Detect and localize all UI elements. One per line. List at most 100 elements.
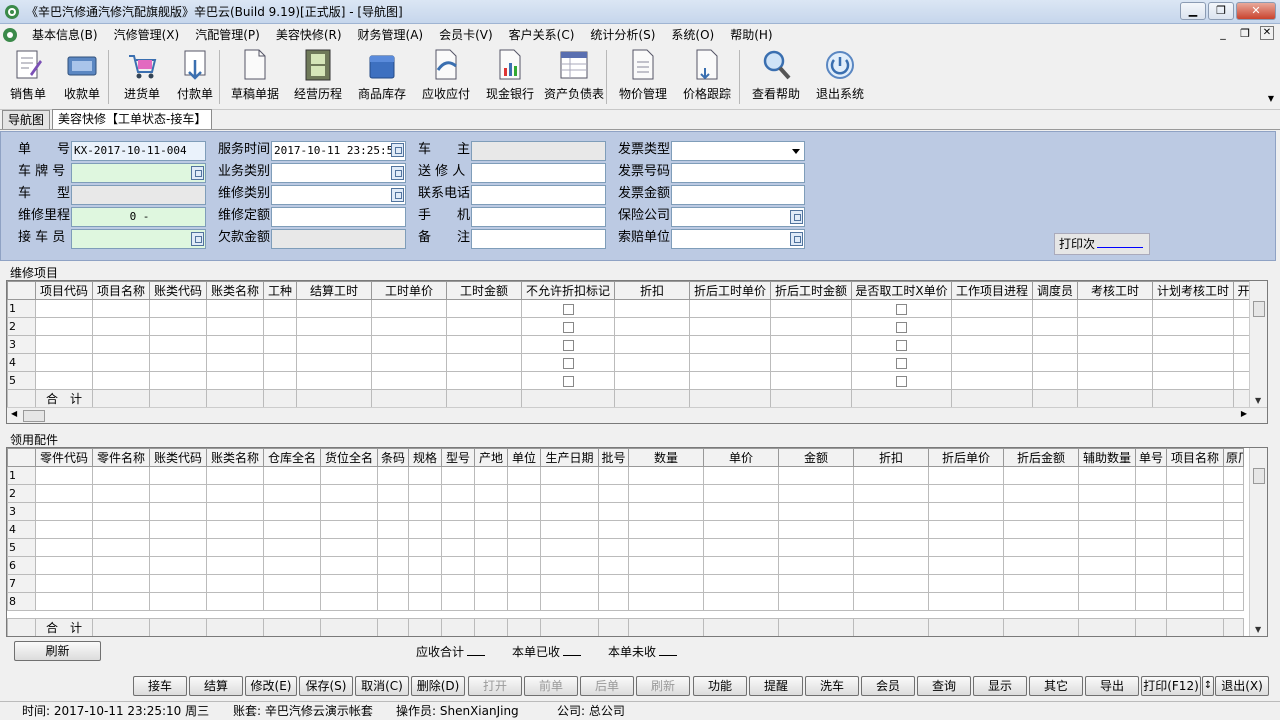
grid-cell[interactable]	[507, 502, 541, 521]
table-row[interactable]: 5	[7, 538, 1244, 557]
grid-cell[interactable]	[1152, 371, 1234, 390]
column-header[interactable]: 项目代码	[35, 281, 93, 300]
plate-field[interactable]	[71, 163, 206, 183]
column-header[interactable]: 不允许折扣标记	[521, 281, 615, 300]
exit-button[interactable]: 退出(X)	[1215, 676, 1269, 696]
grid-cell[interactable]	[408, 502, 442, 521]
toolbar-cash-bank[interactable]: 现金银行	[478, 46, 542, 108]
grid-cell[interactable]	[1032, 317, 1078, 336]
display-button[interactable]: 显示	[973, 676, 1027, 696]
column-header[interactable]: 单号	[1135, 448, 1167, 467]
grid-cell[interactable]	[614, 353, 690, 372]
checkbox[interactable]	[562, 339, 574, 351]
column-header[interactable]: 计划考核工时	[1152, 281, 1234, 300]
grid-cell[interactable]	[92, 574, 150, 593]
grid-cell[interactable]	[92, 502, 150, 521]
grid-cell[interactable]	[521, 353, 615, 372]
open-button[interactable]: 打开	[468, 676, 522, 696]
insurer-picker-icon[interactable]	[790, 210, 803, 224]
grid-cell[interactable]	[320, 538, 378, 557]
grid-cell[interactable]	[540, 556, 599, 575]
column-header[interactable]: 型号	[441, 448, 475, 467]
table-row[interactable]: 1	[7, 299, 1254, 318]
grid-cell[interactable]	[263, 592, 321, 611]
table-row[interactable]: 7	[7, 574, 1244, 593]
grid-cell[interactable]	[92, 556, 150, 575]
grid-cell[interactable]	[1135, 556, 1167, 575]
grid-cell[interactable]	[1166, 520, 1224, 539]
grid-cell[interactable]	[1166, 484, 1224, 503]
grid-cell[interactable]	[371, 371, 447, 390]
grid-cell[interactable]	[92, 538, 150, 557]
grid-cell[interactable]	[598, 538, 629, 557]
menu-parts-management[interactable]: 汽配管理(P)	[187, 24, 268, 46]
grid-cell[interactable]	[689, 317, 771, 336]
grid-cell[interactable]	[1166, 574, 1224, 593]
grid-cell[interactable]	[1223, 556, 1244, 575]
grid-cell[interactable]	[770, 335, 852, 354]
grid-cell[interactable]	[474, 538, 508, 557]
grid-cell[interactable]	[928, 520, 1004, 539]
grid-cell[interactable]	[35, 317, 93, 336]
toolbar-history[interactable]: 经营历程	[286, 46, 350, 108]
grid-cell[interactable]	[853, 592, 929, 611]
refresh-button[interactable]: 刷新	[14, 641, 101, 661]
grid-cell[interactable]	[206, 353, 264, 372]
grid-cell[interactable]	[628, 538, 704, 557]
table-row[interactable]: 1	[7, 466, 1244, 485]
menu-basic-info[interactable]: 基本信息(B)	[24, 24, 106, 46]
grid-cell[interactable]	[507, 520, 541, 539]
grid-cell[interactable]	[703, 592, 779, 611]
grid-cell[interactable]	[149, 484, 207, 503]
grid-cell[interactable]	[408, 520, 442, 539]
claim-unit-field[interactable]	[671, 229, 805, 249]
grid-cell[interactable]	[474, 574, 508, 593]
grid-cell[interactable]	[928, 466, 1004, 485]
column-header[interactable]: 折扣	[853, 448, 929, 467]
grid-cell[interactable]	[263, 538, 321, 557]
grid-cell[interactable]	[377, 502, 409, 521]
column-header[interactable]: 条码	[377, 448, 409, 467]
grid-cell[interactable]	[263, 317, 297, 336]
tab-beauty-quick-repair[interactable]: 美容快修【工单状态-接车】	[52, 109, 213, 129]
menu-statistics[interactable]: 统计分析(S)	[582, 24, 663, 46]
grid-cell[interactable]	[778, 466, 854, 485]
grid-cell[interactable]	[206, 335, 264, 354]
grid-cell[interactable]	[320, 466, 378, 485]
grid-cell[interactable]	[598, 556, 629, 575]
grid-cell[interactable]	[35, 371, 93, 390]
grid-cell[interactable]	[296, 353, 372, 372]
grid-cell[interactable]	[35, 592, 93, 611]
column-header[interactable]: 生产日期	[540, 448, 599, 467]
grid-cell[interactable]	[408, 556, 442, 575]
grid-cell[interactable]	[1003, 502, 1079, 521]
grid-cell[interactable]	[1223, 484, 1244, 503]
grid-cell[interactable]	[149, 371, 207, 390]
table-row[interactable]: 3	[7, 502, 1244, 521]
grid-cell[interactable]	[853, 466, 929, 485]
grid-cell[interactable]	[377, 574, 409, 593]
grid-cell[interactable]	[206, 317, 264, 336]
column-header[interactable]: 仓库全名	[263, 448, 321, 467]
checkbox[interactable]	[896, 339, 907, 351]
grid-cell[interactable]	[1032, 335, 1078, 354]
phone-field[interactable]	[471, 185, 606, 205]
mdi-restore-button[interactable]: ❐	[1238, 26, 1252, 42]
grid-cell[interactable]	[408, 574, 442, 593]
grid-cell[interactable]	[206, 371, 264, 390]
grid-cell[interactable]	[1078, 574, 1136, 593]
column-header[interactable]: 折后工时单价	[689, 281, 771, 300]
grid-cell[interactable]	[371, 317, 447, 336]
table-row[interactable]: 3	[7, 335, 1254, 354]
grid-cell[interactable]	[149, 299, 207, 318]
grid-cell[interactable]	[1223, 574, 1244, 593]
grid-cell[interactable]	[1078, 520, 1136, 539]
checkbox[interactable]	[896, 375, 907, 387]
grid-cell[interactable]	[206, 574, 264, 593]
calendar-picker-icon[interactable]	[391, 143, 404, 157]
grid-cell[interactable]	[263, 556, 321, 575]
grid-cell[interactable]	[92, 335, 150, 354]
grid-cell[interactable]	[507, 466, 541, 485]
grid-cell[interactable]	[778, 484, 854, 503]
grid-cell[interactable]	[474, 592, 508, 611]
